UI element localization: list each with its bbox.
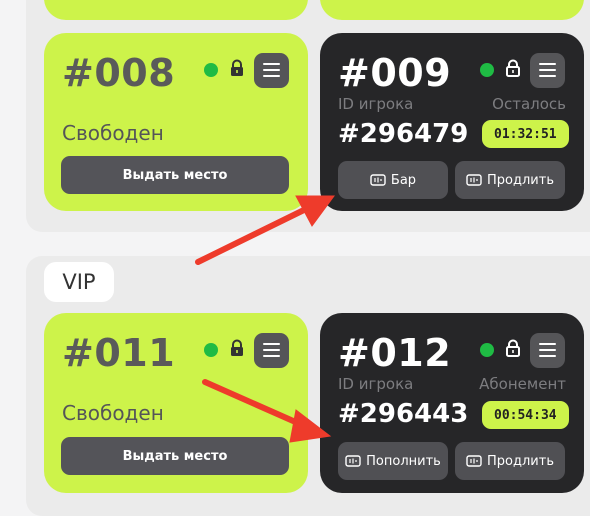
arrow-annotation <box>195 195 335 443</box>
